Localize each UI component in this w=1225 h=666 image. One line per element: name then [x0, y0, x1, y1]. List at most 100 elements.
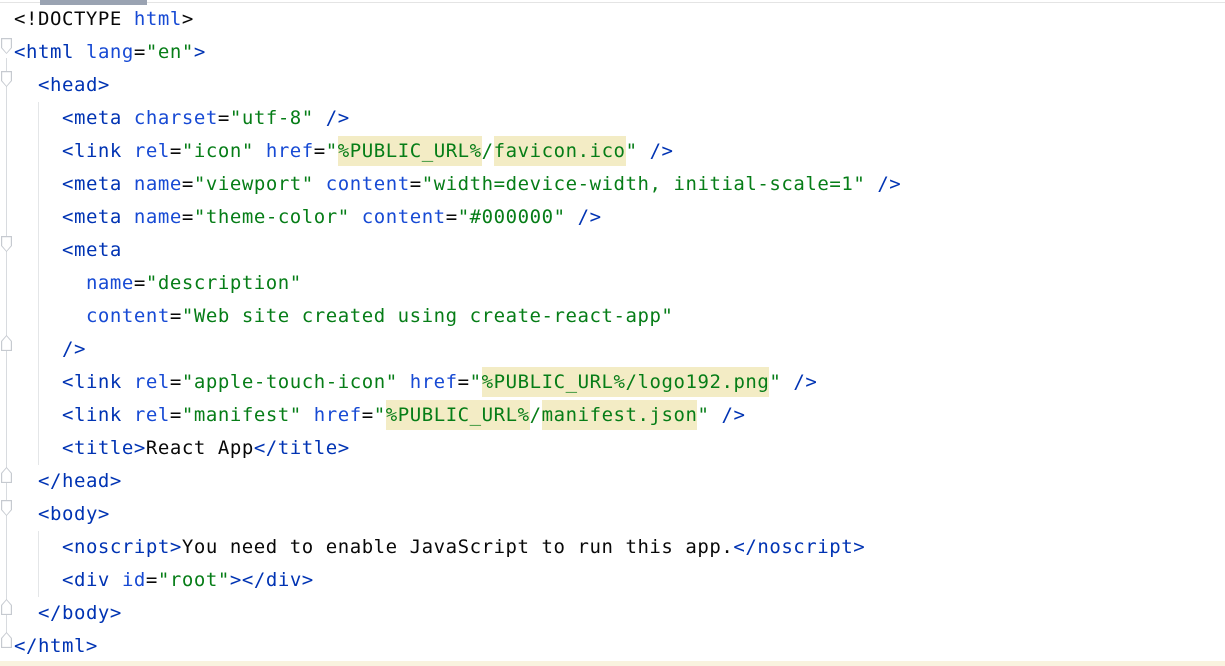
- code-token: name: [134, 206, 182, 228]
- code-token: [122, 107, 134, 129]
- code-token: "theme-color": [194, 206, 350, 228]
- code-token: <div: [62, 569, 110, 591]
- code-token: "Web site created using create-react-app…: [182, 305, 674, 327]
- code-token: [14, 272, 86, 294]
- code-line[interactable]: <title>React App</title>: [14, 432, 901, 465]
- code-token: <link: [62, 371, 122, 393]
- code-token: =: [182, 173, 194, 195]
- code-token: />: [326, 107, 350, 129]
- code-line[interactable]: <meta charset="utf-8" />: [14, 102, 901, 135]
- code-token: [122, 404, 134, 426]
- code-line[interactable]: name="description": [14, 267, 901, 300]
- code-token: <title>: [62, 437, 146, 459]
- code-token: >: [194, 41, 206, 63]
- code-line[interactable]: <meta name="viewport" content="width=dev…: [14, 168, 901, 201]
- code-line[interactable]: <link rel="icon" href="%PUBLIC_URL%/favi…: [14, 135, 901, 168]
- code-token: />: [721, 404, 745, 426]
- code-token: "root": [158, 569, 230, 591]
- code-token: ": [326, 140, 338, 162]
- code-token: [14, 371, 62, 393]
- code-token: [14, 569, 62, 591]
- code-token: [254, 140, 266, 162]
- code-token: [14, 173, 62, 195]
- code-line[interactable]: <meta: [14, 234, 901, 267]
- code-token: "description": [146, 272, 302, 294]
- code-token: "utf-8": [230, 107, 314, 129]
- code-token: [14, 206, 62, 228]
- code-line[interactable]: <body>: [14, 498, 901, 531]
- code-token: =: [170, 305, 182, 327]
- code-token: </div>: [242, 569, 314, 591]
- code-token: <meta: [62, 206, 122, 228]
- code-token: />: [62, 338, 86, 360]
- code-token: [638, 140, 650, 162]
- code-token: name: [86, 272, 134, 294]
- code-token: lang: [86, 41, 134, 63]
- code-token: =: [182, 206, 194, 228]
- code-token: =: [146, 569, 158, 591]
- code-line[interactable]: />: [14, 333, 901, 366]
- code-line[interactable]: <meta name="theme-color" content="#00000…: [14, 201, 901, 234]
- code-token: href: [314, 404, 362, 426]
- code-line[interactable]: <noscript>You need to enable JavaScript …: [14, 531, 901, 564]
- code-line[interactable]: <link rel="apple-touch-icon" href="%PUBL…: [14, 366, 901, 399]
- code-token: />: [650, 140, 674, 162]
- code-line[interactable]: content="Web site created using create-r…: [14, 300, 901, 333]
- code-token: =: [218, 107, 230, 129]
- code-token: [14, 74, 38, 96]
- code-lines[interactable]: <!DOCTYPE html><html lang="en"> <head> <…: [0, 3, 901, 663]
- code-token: /: [482, 140, 494, 162]
- code-token: [122, 371, 134, 393]
- code-token: <link: [62, 140, 122, 162]
- code-token: <!DOCTYPE: [14, 8, 134, 30]
- code-token: React App: [146, 437, 254, 459]
- code-line[interactable]: </body>: [14, 597, 901, 630]
- code-line[interactable]: <head>: [14, 69, 901, 102]
- code-line[interactable]: </html>: [14, 630, 901, 663]
- code-token: =: [410, 173, 422, 195]
- code-token: "width=device-width, initial-scale=1": [422, 173, 866, 195]
- code-token: ": [374, 404, 386, 426]
- code-line[interactable]: </head>: [14, 465, 901, 498]
- code-token: >: [230, 569, 242, 591]
- code-token: [122, 140, 134, 162]
- code-token: [314, 173, 326, 195]
- code-token: id: [122, 569, 146, 591]
- code-token: =: [314, 140, 326, 162]
- code-line[interactable]: <!DOCTYPE html>: [14, 3, 901, 36]
- code-line[interactable]: <html lang="en">: [14, 36, 901, 69]
- code-token: <html: [14, 41, 74, 63]
- code-token: [709, 404, 721, 426]
- code-token: [122, 206, 134, 228]
- code-token: <head>: [38, 74, 110, 96]
- code-token: ": [470, 371, 482, 393]
- code-token: [350, 206, 362, 228]
- code-token: =: [134, 272, 146, 294]
- code-token: [74, 41, 86, 63]
- code-token: =: [134, 41, 146, 63]
- code-line[interactable]: <link rel="manifest" href="%PUBLIC_URL%/…: [14, 399, 901, 432]
- code-token: [865, 173, 877, 195]
- code-token: <meta: [62, 107, 122, 129]
- template-var-highlight: favicon.ico: [494, 136, 626, 166]
- code-token: </head>: [38, 470, 122, 492]
- code-token: [14, 602, 38, 624]
- code-token: ": [626, 140, 638, 162]
- code-token: [314, 107, 326, 129]
- code-editor[interactable]: <!DOCTYPE html><html lang="en"> <head> <…: [0, 0, 1225, 666]
- code-token: />: [877, 173, 901, 195]
- code-token: />: [578, 206, 602, 228]
- code-token: ": [697, 404, 709, 426]
- code-token: <meta: [62, 173, 122, 195]
- code-token: [14, 470, 38, 492]
- code-token: name: [134, 173, 182, 195]
- code-token: href: [266, 140, 314, 162]
- code-token: =: [170, 140, 182, 162]
- code-token: href: [410, 371, 458, 393]
- code-line[interactable]: <div id="root"></div>: [14, 564, 901, 597]
- code-token: [566, 206, 578, 228]
- code-token: charset: [134, 107, 218, 129]
- code-token: </body>: [38, 602, 122, 624]
- bottom-strip: [0, 661, 1225, 666]
- code-token: [14, 305, 86, 327]
